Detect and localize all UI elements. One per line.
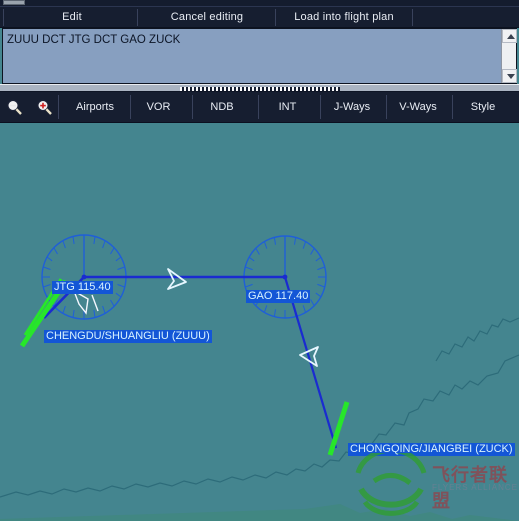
- route-editor-scrollbar[interactable]: [501, 29, 517, 83]
- toolbar-divider: [320, 95, 321, 119]
- scroll-up-arrow-icon: [506, 34, 515, 39]
- menu-divider: [275, 9, 276, 26]
- menu-item-load-into-flight-plan[interactable]: Load into flight plan: [278, 7, 410, 28]
- magnifier-minus-icon[interactable]: [6, 99, 23, 116]
- panel-splitter[interactable]: [0, 84, 519, 92]
- magnifier-plus-icon[interactable]: [36, 99, 53, 116]
- toolbar-divider: [452, 95, 453, 119]
- scrollbar-down-button[interactable]: [502, 69, 517, 83]
- toolbar-item-int[interactable]: INT: [260, 92, 315, 122]
- flight-planner-window: Edit Cancel editing Load into flight pla…: [0, 0, 519, 521]
- splitter-grip-icon: [179, 87, 340, 91]
- toolbar-divider: [58, 95, 59, 119]
- scroll-down-arrow-icon: [506, 74, 515, 79]
- route-direction-arrow: [167, 268, 187, 290]
- watermark-logo-icon: [355, 453, 427, 516]
- menu-item-edit[interactable]: Edit: [8, 7, 136, 28]
- route-editor[interactable]: ZUUU DCT JTG DCT GAO ZUCK: [2, 28, 517, 84]
- route-editor-text[interactable]: ZUUU DCT JTG DCT GAO ZUCK: [7, 33, 496, 47]
- zuck-runway: [327, 401, 350, 456]
- watermark-english-text: FLYERS ALLIANCE: [432, 483, 518, 492]
- jtg-vor-label[interactable]: JTG 115.40: [52, 281, 113, 294]
- gao-vor-label[interactable]: GAO 117.40: [246, 290, 311, 303]
- window-restore-button[interactable]: [3, 0, 25, 5]
- toolbar-divider: [258, 95, 259, 119]
- menu-divider: [3, 9, 4, 26]
- toolbar-divider: [386, 95, 387, 119]
- toolbar-item-v-ways[interactable]: V-Ways: [388, 92, 448, 122]
- toolbar-item-vor[interactable]: VOR: [132, 92, 185, 122]
- menu-item-cancel-editing[interactable]: Cancel editing: [140, 7, 274, 28]
- menu-divider: [137, 9, 138, 26]
- toolbar-item-airports[interactable]: Airports: [60, 92, 130, 122]
- navigation-map[interactable]: JTG 115.40 GAO 117.40 CHENGDU/SHUANGLIU …: [0, 123, 519, 521]
- editor-menu-bar: Edit Cancel editing Load into flight pla…: [0, 6, 519, 28]
- toolbar-item-style[interactable]: Style: [454, 92, 512, 122]
- toolbar-divider: [192, 95, 193, 119]
- menu-divider: [412, 9, 413, 26]
- map-layer-toolbar: Airports VOR NDB INT J-Ways V-Ways Style: [0, 92, 519, 123]
- toolbar-item-ndb[interactable]: NDB: [194, 92, 250, 122]
- scrollbar-up-button[interactable]: [502, 29, 517, 43]
- zuuu-airport-label[interactable]: CHENGDU/SHUANGLIU (ZUUU): [44, 330, 212, 343]
- toolbar-item-j-ways[interactable]: J-Ways: [322, 92, 382, 122]
- toolbar-divider: [130, 95, 131, 119]
